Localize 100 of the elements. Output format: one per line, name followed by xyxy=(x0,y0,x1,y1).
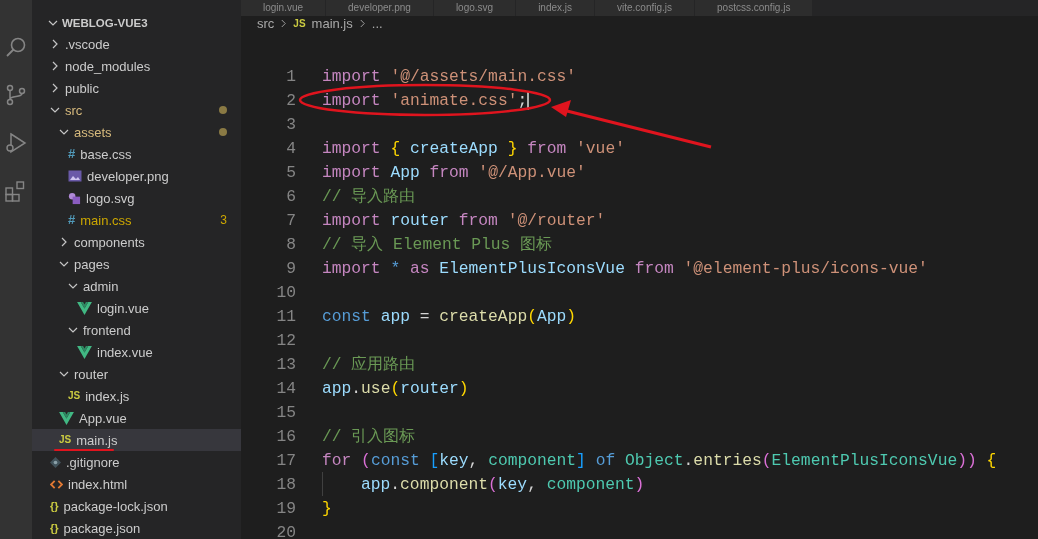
line-number: 1 xyxy=(285,66,296,86)
chevron-right-icon xyxy=(59,237,69,247)
code-line: app.component(key, component) xyxy=(361,474,645,494)
braces-icon: {} xyxy=(50,500,59,512)
code-line: app.use(router) xyxy=(322,378,469,398)
vue-icon xyxy=(77,301,92,315)
file-tree-item[interactable]: components xyxy=(32,231,241,253)
editor-tab[interactable]: postcss.config.js xyxy=(695,0,814,16)
file-tree-item[interactable]: node_modules xyxy=(32,55,241,77)
svg-file-icon xyxy=(68,191,81,205)
chevron-right-icon xyxy=(50,61,60,71)
chevron-down-icon xyxy=(59,259,69,269)
modified-dot xyxy=(219,106,227,114)
chevron-down-icon xyxy=(59,369,69,379)
js-icon: JS xyxy=(59,434,72,446)
chevron-right-icon xyxy=(50,39,60,49)
code-line: for (const [key, component] of Object.entries(ElementPlusIconsVue)) { xyxy=(322,450,997,470)
chevron-right-icon xyxy=(50,83,60,93)
file-tree-item[interactable]: index.vue xyxy=(32,341,241,363)
code-line: import App from '@/App.vue' xyxy=(322,162,586,182)
code-line: // 应用路由 xyxy=(322,354,416,375)
run-debug-icon[interactable] xyxy=(4,131,28,155)
chevron-right-icon xyxy=(358,19,366,28)
file-tree-item[interactable]: assets xyxy=(32,121,241,143)
editor-tab[interactable]: login.vue xyxy=(241,0,327,16)
line-number: 15 xyxy=(275,402,296,422)
line-number: 5 xyxy=(285,162,296,182)
code-line: import router from '@/router' xyxy=(322,210,606,230)
file-tree-item[interactable]: {} package-lock.json xyxy=(32,495,241,517)
image-file-icon xyxy=(68,170,82,182)
file-tree-item[interactable]: logo.svg xyxy=(32,187,241,209)
file-tree-item[interactable]: developer.png xyxy=(32,165,241,187)
file-tree-item[interactable]: pages xyxy=(32,253,241,275)
file-tree-item[interactable]: index.html xyxy=(32,473,241,495)
chevron-down-icon xyxy=(50,105,60,115)
line-number: 10 xyxy=(275,282,296,302)
line-number: 2 xyxy=(285,90,296,110)
breadcrumb-item[interactable]: src xyxy=(257,16,275,31)
problem-count: 3 xyxy=(220,213,227,227)
line-number: 17 xyxy=(275,450,296,470)
hash-icon: # xyxy=(68,147,76,161)
code-line: } xyxy=(322,498,332,518)
line-number: 7 xyxy=(285,210,296,230)
code-line: import { createApp } from 'vue' xyxy=(322,138,625,158)
modified-dot xyxy=(219,128,227,136)
code-line: import '@/assets/main.css' xyxy=(322,66,577,86)
vue-icon xyxy=(77,345,92,359)
code-line: import 'animate.css'; xyxy=(322,90,528,110)
source-control-icon[interactable] xyxy=(4,83,28,107)
file-tree-item[interactable]: # main.css 3 xyxy=(32,209,241,231)
line-number: 18 xyxy=(275,474,296,494)
file-tree-item[interactable]: admin xyxy=(32,275,241,297)
annotation-underline xyxy=(54,449,114,451)
code-line: const app = createApp(App) xyxy=(322,306,577,326)
line-number: 11 xyxy=(275,306,296,326)
explorer-header[interactable]: WEBLOG-VUE3 xyxy=(32,12,241,33)
code-line: import * as ElementPlusIconsVue from '@element-plus/icons-vue' xyxy=(322,258,928,278)
line-number: 12 xyxy=(275,330,296,350)
line-number: 4 xyxy=(285,138,296,158)
line-number: 9 xyxy=(285,258,296,278)
code-line: // 导入路由 xyxy=(322,186,416,207)
editor-tab[interactable]: developer.png xyxy=(326,0,434,16)
editor-tab[interactable]: logo.svg xyxy=(433,0,517,16)
line-number: 6 xyxy=(285,186,296,206)
file-tree-item[interactable]: frontend xyxy=(32,319,241,341)
file-tree-item[interactable]: {} package.json xyxy=(32,517,241,539)
editor-tab[interactable]: vite.config.js xyxy=(595,0,696,16)
git-icon xyxy=(50,456,61,468)
file-tree-item[interactable]: App.vue xyxy=(32,407,241,429)
search-icon[interactable] xyxy=(4,35,28,59)
line-number: 16 xyxy=(275,426,296,446)
file-tree-item[interactable]: public xyxy=(32,77,241,99)
file-tree-item[interactable]: router xyxy=(32,363,241,385)
line-number: 20 xyxy=(275,522,296,539)
file-tree-item[interactable]: JS main.js xyxy=(32,429,241,451)
js-icon: JS xyxy=(293,17,306,30)
file-tree-item[interactable]: .vscode xyxy=(32,33,241,55)
line-number: 8 xyxy=(285,234,296,254)
braces-icon: {} xyxy=(50,522,59,534)
line-number: 3 xyxy=(285,114,296,134)
file-tree-item[interactable]: .gitignore xyxy=(32,451,241,473)
vue-icon xyxy=(59,411,74,425)
editor-tab[interactable]: index.js xyxy=(516,0,596,16)
line-number: 19 xyxy=(275,498,296,518)
breadcrumb-item[interactable]: main.js xyxy=(311,16,353,31)
breadcrumb-item[interactable]: ... xyxy=(371,16,383,31)
chevron-down-icon xyxy=(59,127,69,137)
code-line: // 导入 Element Plus 图标 xyxy=(322,234,553,255)
line-number: 14 xyxy=(275,378,296,398)
code-line: // 引入图标 xyxy=(322,426,416,447)
file-tree-item[interactable]: JS index.js xyxy=(32,385,241,407)
chevron-down-icon xyxy=(68,325,78,335)
file-tree-item[interactable]: src xyxy=(32,99,241,121)
code-brackets-icon xyxy=(50,478,63,490)
file-tree-item[interactable]: # base.css xyxy=(32,143,241,165)
chevron-down-icon xyxy=(68,281,78,291)
file-tree-item[interactable]: login.vue xyxy=(32,297,241,319)
chevron-right-icon xyxy=(280,19,288,28)
js-icon: JS xyxy=(68,390,81,402)
hash-icon: # xyxy=(68,213,76,227)
